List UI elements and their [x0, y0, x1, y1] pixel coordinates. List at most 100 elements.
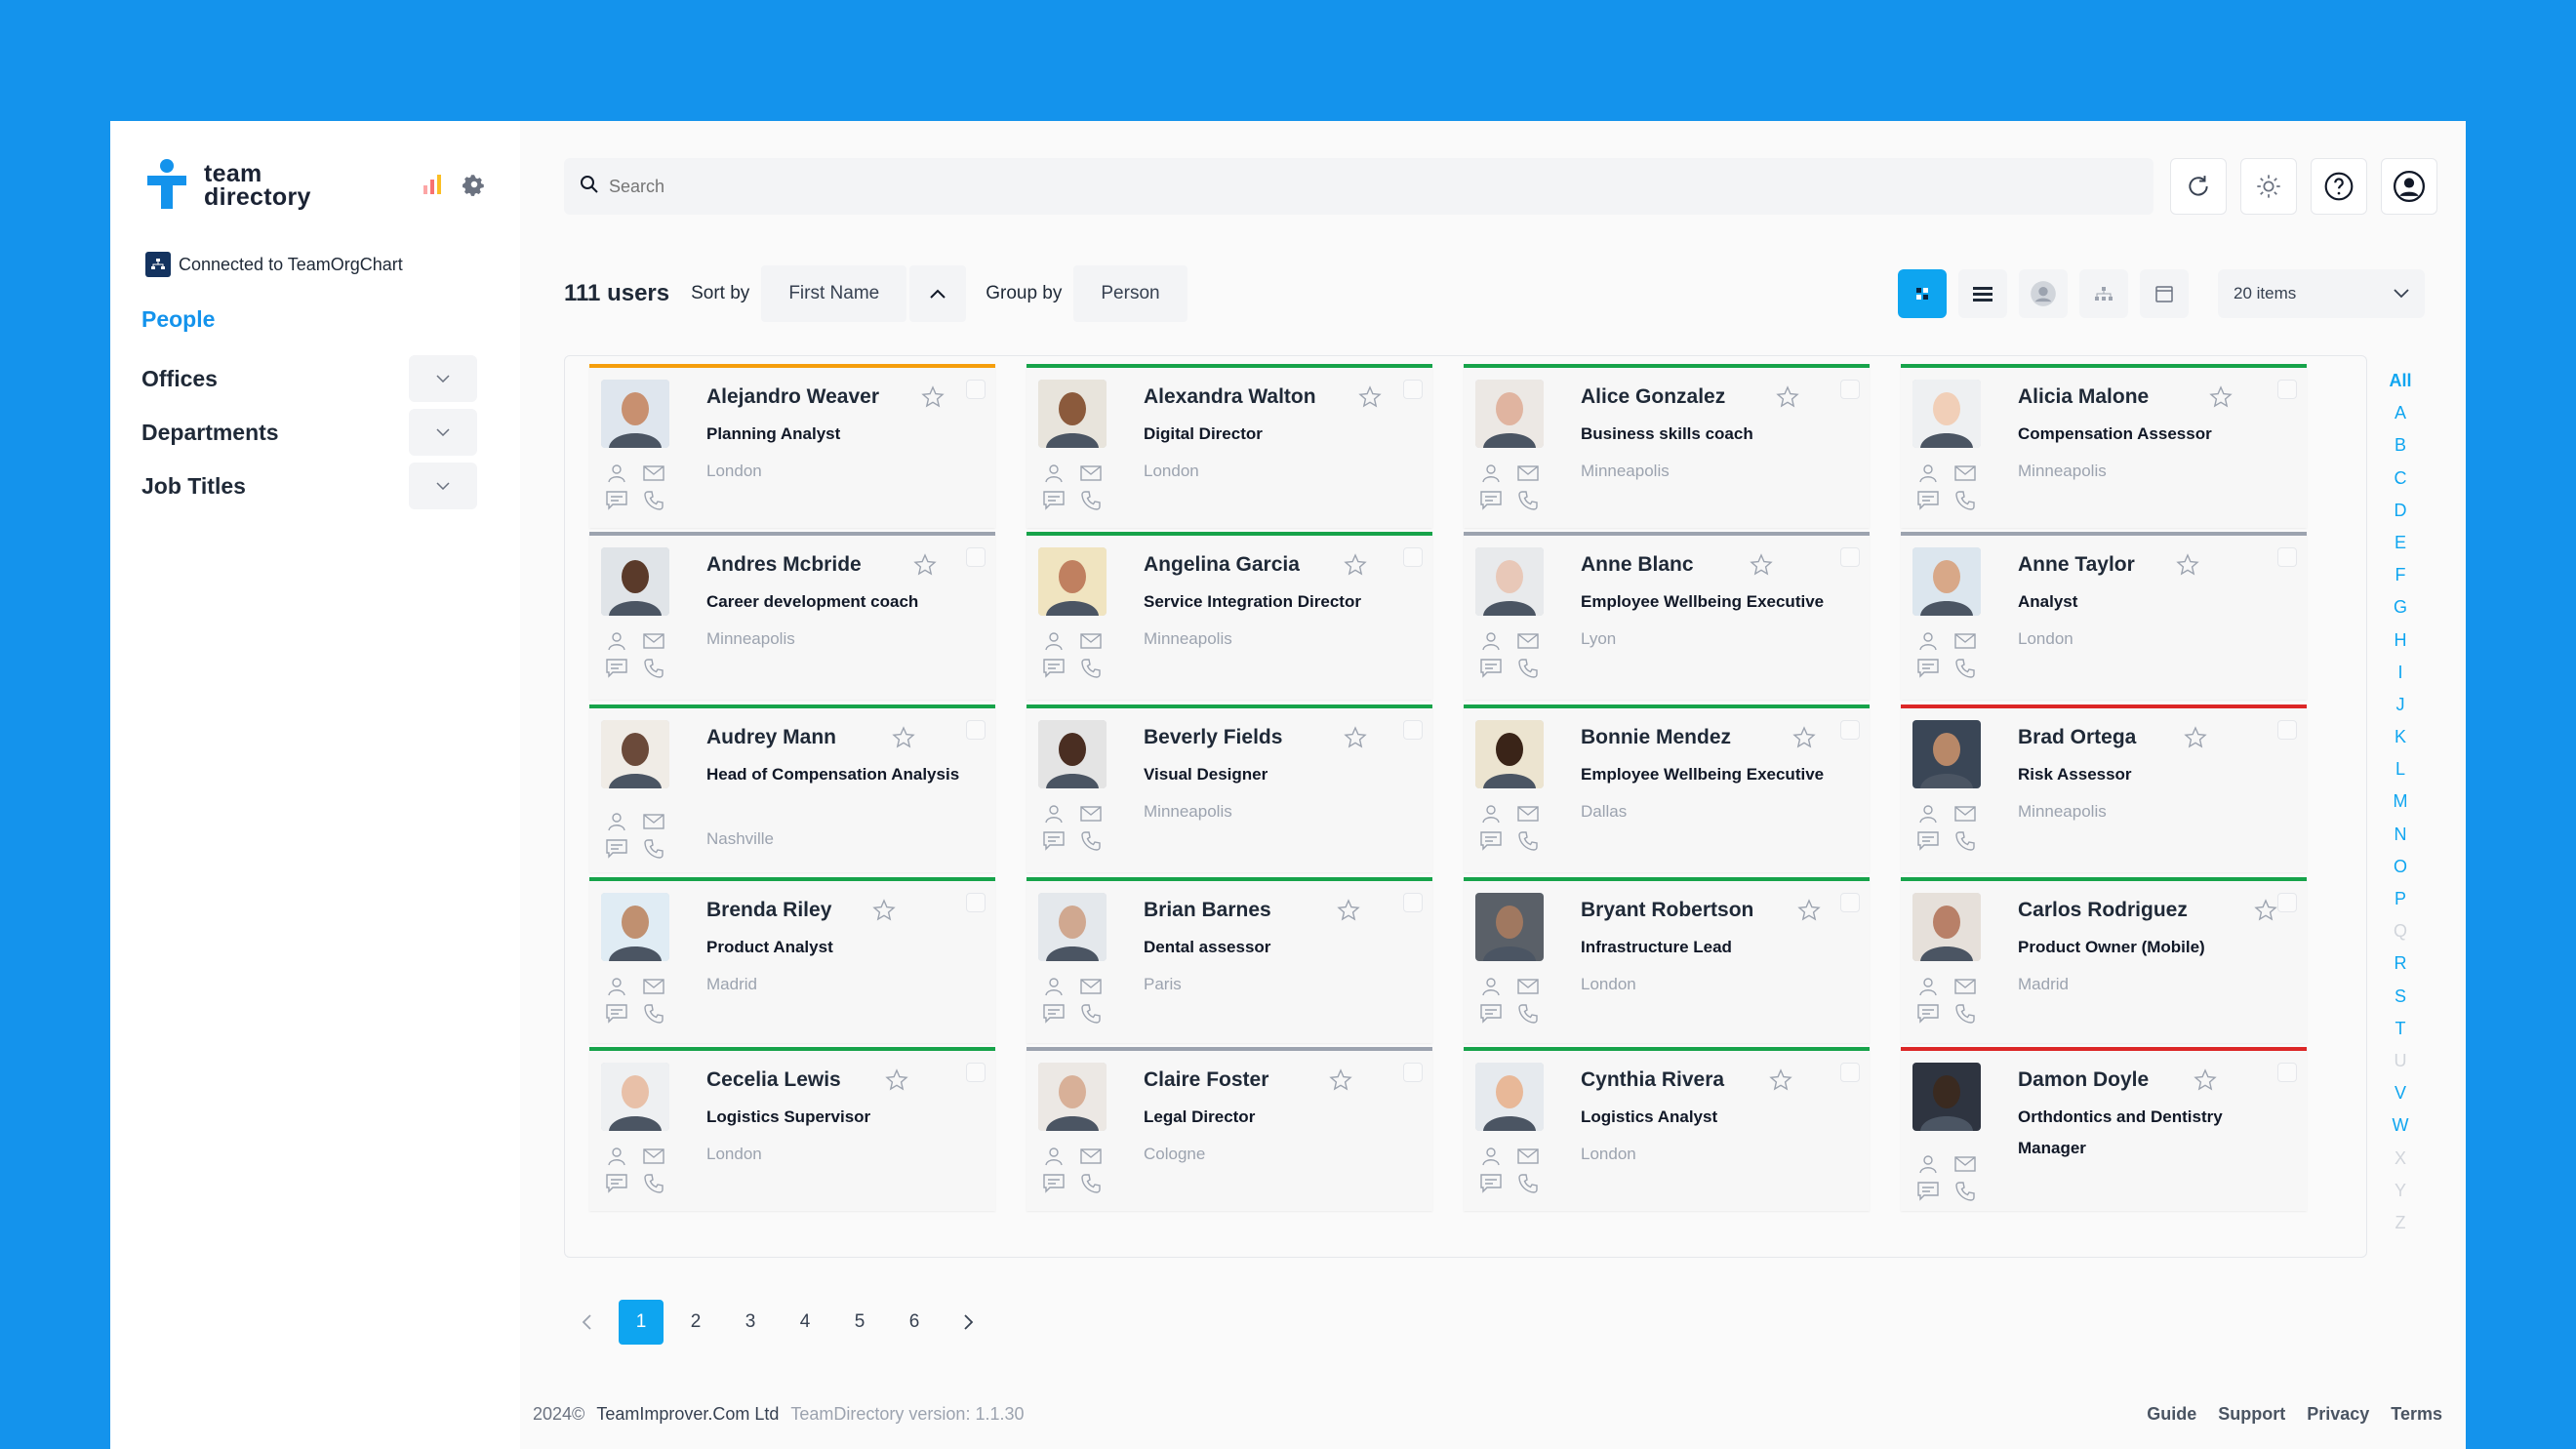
alphabet-letter-e[interactable]: E — [2386, 527, 2415, 559]
alphabet-letter-f[interactable]: F — [2386, 559, 2415, 591]
alphabet-letter-j[interactable]: J — [2386, 689, 2415, 721]
email-icon[interactable] — [1953, 1152, 1977, 1176]
person-card[interactable]: Beverly Fields Visual Designer Minneapolis — [1026, 704, 1432, 872]
org-chart-view-button[interactable] — [2079, 269, 2128, 318]
person-card[interactable]: Andres Mcbride Career development coach Mi… — [589, 532, 995, 700]
search-input[interactable] — [609, 176, 2026, 197]
chat-icon[interactable] — [1916, 657, 1940, 680]
select-checkbox[interactable] — [1840, 893, 1860, 912]
avatar[interactable] — [601, 547, 669, 616]
alphabet-letter-o[interactable]: O — [2386, 851, 2415, 883]
page-button-4[interactable]: 4 — [783, 1300, 827, 1345]
phone-icon[interactable] — [642, 1172, 665, 1195]
select-checkbox[interactable] — [1840, 547, 1860, 567]
select-checkbox[interactable] — [2277, 380, 2297, 399]
star-icon[interactable] — [1337, 899, 1360, 927]
profile-icon[interactable] — [1916, 462, 1940, 485]
email-icon[interactable] — [642, 462, 665, 485]
avatar[interactable] — [1038, 720, 1107, 788]
person-name[interactable]: Brian Barnes — [1144, 899, 1271, 922]
email-icon[interactable] — [1516, 629, 1540, 653]
phone-icon[interactable] — [1516, 1172, 1540, 1195]
chevron-down-icon[interactable] — [409, 463, 477, 509]
avatar[interactable] — [1475, 720, 1544, 788]
email-icon[interactable] — [642, 1145, 665, 1168]
person-name[interactable]: Alejandro Weaver — [706, 385, 879, 409]
phone-icon[interactable] — [642, 837, 665, 861]
email-icon[interactable] — [642, 810, 665, 833]
select-checkbox[interactable] — [1403, 547, 1423, 567]
select-checkbox[interactable] — [1403, 720, 1423, 740]
items-per-page-select[interactable]: 20 items — [2218, 269, 2425, 318]
chat-icon[interactable] — [1042, 829, 1066, 853]
person-name[interactable]: Angelina Garcia — [1144, 553, 1300, 577]
profile-icon[interactable] — [1479, 462, 1503, 485]
profile-icon[interactable] — [605, 810, 628, 833]
select-checkbox[interactable] — [966, 547, 986, 567]
select-checkbox[interactable] — [966, 380, 986, 399]
avatar[interactable] — [1475, 893, 1544, 961]
person-card[interactable]: Alexandra Walton Digital Director London — [1026, 364, 1432, 528]
select-checkbox[interactable] — [2277, 547, 2297, 567]
gear-icon[interactable] — [462, 172, 487, 202]
person-name[interactable]: Alexandra Walton — [1144, 385, 1316, 409]
star-icon[interactable] — [1344, 726, 1367, 754]
phone-icon[interactable] — [1079, 1002, 1103, 1026]
avatar[interactable] — [601, 380, 669, 448]
page-button-5[interactable]: 5 — [837, 1300, 882, 1345]
star-icon[interactable] — [1358, 385, 1382, 414]
person-name[interactable]: Carlos Rodriguez — [2018, 899, 2188, 922]
star-icon[interactable] — [2176, 553, 2199, 582]
footer-link-support[interactable]: Support — [2218, 1404, 2285, 1425]
group-select[interactable]: Person — [1073, 265, 1187, 322]
person-name[interactable]: Audrey Mann — [706, 726, 836, 749]
avatar[interactable] — [1912, 380, 1981, 448]
profile-icon[interactable] — [1916, 802, 1940, 825]
profile-icon[interactable] — [605, 975, 628, 998]
profile-icon[interactable] — [1042, 629, 1066, 653]
alphabet-letter-s[interactable]: S — [2386, 981, 2415, 1013]
footer-link-guide[interactable]: Guide — [2147, 1404, 2196, 1425]
theme-toggle-button[interactable] — [2240, 158, 2297, 215]
select-checkbox[interactable] — [966, 893, 986, 912]
list-view-button[interactable] — [1958, 269, 2007, 318]
chat-icon[interactable] — [605, 1172, 628, 1195]
chat-icon[interactable] — [1479, 829, 1503, 853]
profile-icon[interactable] — [605, 1145, 628, 1168]
search-bar[interactable] — [564, 158, 2153, 215]
person-name[interactable]: Cecelia Lewis — [706, 1068, 841, 1092]
alphabet-letter-g[interactable]: G — [2386, 591, 2415, 624]
profile-icon[interactable] — [1042, 1145, 1066, 1168]
select-checkbox[interactable] — [2277, 1063, 2297, 1082]
profile-icon[interactable] — [605, 462, 628, 485]
star-icon[interactable] — [1344, 553, 1367, 582]
chat-icon[interactable] — [1479, 1172, 1503, 1195]
profile-icon[interactable] — [1916, 629, 1940, 653]
email-icon[interactable] — [1079, 802, 1103, 825]
phone-icon[interactable] — [1079, 1172, 1103, 1195]
alphabet-letter-n[interactable]: N — [2386, 819, 2415, 851]
select-checkbox[interactable] — [1403, 893, 1423, 912]
profile-icon[interactable] — [1479, 1145, 1503, 1168]
alphabet-letter-c[interactable]: C — [2386, 463, 2415, 495]
profile-icon[interactable] — [1479, 629, 1503, 653]
select-checkbox[interactable] — [1840, 380, 1860, 399]
prev-page-button[interactable] — [564, 1300, 609, 1345]
select-checkbox[interactable] — [1840, 720, 1860, 740]
alphabet-letter-p[interactable]: P — [2386, 883, 2415, 915]
phone-icon[interactable] — [1953, 1002, 1977, 1026]
person-card[interactable]: Bonnie Mendez Employee Wellbeing Executiv… — [1464, 704, 1870, 872]
profile-icon[interactable] — [1042, 462, 1066, 485]
page-button-1[interactable]: 1 — [619, 1300, 664, 1345]
chart-icon[interactable] — [423, 174, 442, 200]
chat-icon[interactable] — [1916, 489, 1940, 512]
chat-icon[interactable] — [1479, 489, 1503, 512]
alphabet-letter-v[interactable]: V — [2386, 1077, 2415, 1109]
avatar[interactable] — [1912, 547, 1981, 616]
person-name[interactable]: Andres Mcbride — [706, 553, 862, 577]
star-icon[interactable] — [2209, 385, 2233, 414]
alphabet-letter-h[interactable]: H — [2386, 624, 2415, 657]
calendar-view-button[interactable] — [2140, 269, 2189, 318]
profile-icon[interactable] — [1916, 1152, 1940, 1176]
nav-departments[interactable]: Departments — [141, 409, 477, 456]
